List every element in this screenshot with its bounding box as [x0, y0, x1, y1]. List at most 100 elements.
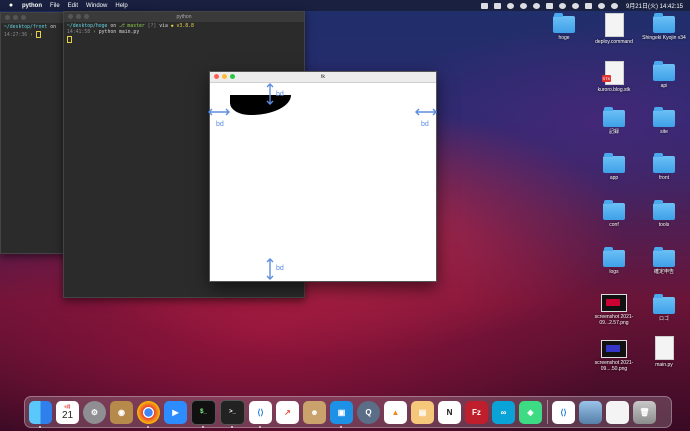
desktop-icon-screenshot-1[interactable]: screenshot 2021-09...2.57.png [588, 291, 640, 326]
instruments-icon[interactable]: ↗ [276, 400, 299, 424]
filezilla-icon[interactable]: Fz [465, 400, 488, 424]
desktop-icon-api[interactable]: api [638, 61, 690, 89]
folder-icon [553, 13, 575, 33]
desktop-icon-screenshot-2[interactable]: screenshot 2021-09....50.png [588, 337, 640, 372]
arrow-bottom-icon [266, 258, 274, 280]
menu-edit[interactable]: Edit [68, 3, 78, 9]
document-icon [604, 13, 624, 37]
chrome-icon[interactable] [137, 400, 160, 428]
prompt-path: ~/desktop/front [4, 25, 48, 30]
cloud-icon[interactable] [519, 2, 527, 9]
close-button[interactable] [5, 15, 10, 20]
control-center-icon[interactable] [584, 2, 592, 9]
desktop-icon-label: conf [609, 222, 619, 228]
screenshot-icon[interactable] [579, 400, 602, 424]
quicktime-icon[interactable]: Q [357, 400, 380, 424]
minimize-button[interactable] [76, 14, 81, 19]
desktop-icon-label: kuroro.blog.stk [597, 87, 631, 93]
trash-icon[interactable]: 🗑 [633, 400, 656, 424]
prompt-time: 14:41:58 [67, 30, 91, 35]
folder-icon [653, 61, 675, 81]
search-icon[interactable] [571, 2, 579, 9]
p-icon[interactable] [506, 2, 514, 9]
minimize-button[interactable] [222, 74, 227, 79]
zoom-icon[interactable]: ▶ [164, 400, 187, 424]
desktop-icon-hoge[interactable]: hoge [538, 13, 590, 41]
menu-clock[interactable]: 9月21日(火) 14:42:15 [626, 1, 683, 10]
cursor [35, 31, 41, 38]
notion-icon[interactable]: N [438, 400, 461, 424]
desktop-icon-label: screenshot 2021-09....50.png [594, 360, 634, 372]
desktop-icon-label: hoge [558, 35, 570, 41]
desktop-icon-tools[interactable]: tools [638, 200, 690, 228]
desktop-icon-kiroku[interactable]: 記録 [588, 107, 640, 135]
prompt-time: 14:27:36 [4, 33, 28, 38]
battery-icon[interactable] [493, 2, 501, 9]
terminal-content[interactable]: ~/desktop/hoge on ⎇ master [?] via ◆ v3.… [64, 22, 304, 46]
arduino-icon[interactable]: ∞ [492, 400, 515, 424]
desktop-icon-conf[interactable]: conf [588, 200, 640, 228]
menu-file[interactable]: File [50, 3, 60, 9]
calendar-icon[interactable]: 9月 21 [56, 400, 79, 424]
folder-icon [653, 153, 675, 173]
vscode-icon[interactable]: ⟨⟩ [249, 400, 272, 428]
user-icon[interactable] [597, 2, 605, 9]
sourcetree-icon[interactable]: ▲ [384, 400, 407, 424]
terminal2-icon[interactable]: >_ [220, 399, 245, 428]
image-thumbnail-icon [601, 294, 627, 312]
desktop-icon-deploy[interactable]: deploy.command [588, 13, 640, 45]
git-branch: master [127, 24, 145, 29]
python-icon: ◆ [170, 24, 174, 29]
zoom-button[interactable] [21, 15, 26, 20]
tk-window[interactable]: tk bd bd bd bd [208, 71, 437, 282]
bd-label-top: bd [276, 91, 284, 98]
zoom-button[interactable] [230, 74, 235, 79]
apple-icon[interactable]: ● [6, 2, 16, 9]
desktop-icon-label: site [660, 129, 668, 135]
desktop-icon-logs[interactable]: logs [588, 247, 640, 275]
desktop-icon-label: front [658, 175, 669, 181]
folder-icon [653, 200, 675, 220]
desktop-icon-label: ロゴ [658, 316, 669, 322]
minimize-button[interactable] [13, 15, 18, 20]
close-button[interactable] [214, 74, 219, 79]
desktop-icon-main-py[interactable]: main.py [638, 336, 690, 368]
document-icon[interactable] [606, 400, 629, 424]
terminal-icon[interactable]: $_ [191, 399, 216, 428]
menu-window[interactable]: Window [86, 3, 107, 9]
close-button[interactable] [68, 14, 73, 19]
vscode-icon[interactable]: ⟨⟩ [552, 400, 575, 424]
tk-titlebar[interactable]: tk [210, 72, 436, 83]
desktop-icon-site[interactable]: site [638, 107, 690, 135]
desktop-icon-label: api [660, 83, 668, 89]
screen-icon[interactable] [480, 2, 488, 9]
audio-icon[interactable] [532, 2, 540, 9]
zoom-button[interactable] [84, 14, 89, 19]
desktop-icon-label: 確定申告 [653, 269, 674, 275]
folder-icon [603, 247, 625, 267]
preview-icon[interactable]: ▤ [411, 400, 434, 424]
desktop-icon-kakutei[interactable]: 確定申告 [638, 247, 690, 275]
bluetooth-icon[interactable] [545, 2, 553, 9]
menu-help[interactable]: Help [115, 3, 127, 9]
python-version: v3.8.8 [176, 24, 194, 29]
desktop-icon-logo[interactable]: ロゴ [638, 294, 690, 322]
docker-icon[interactable]: ▣ [330, 400, 353, 428]
terminal-title: python [176, 14, 192, 20]
system-preferences-icon[interactable]: ⚙ [83, 400, 106, 424]
cyberduck-icon[interactable]: ☻ [303, 400, 326, 424]
dock: 9月 21 ⚙ ◉ ▶ $_ >_ ⟨⟩ ↗ ☻ ▣ Q ▲ ▤ N Fz ∞ … [24, 396, 672, 428]
desktop-icon-kuroro[interactable]: STK kuroro.blog.stk [588, 61, 640, 93]
tk-title: tk [320, 74, 326, 80]
android-studio-icon[interactable]: ◈ [519, 400, 542, 424]
desktop-icon-shingeki[interactable]: Shingeki Kyojin v34 [638, 13, 690, 41]
terminal-titlebar[interactable]: python [64, 12, 304, 22]
desktop-icon-front[interactable]: front [638, 153, 690, 181]
finder-icon[interactable] [29, 400, 52, 428]
siri-icon[interactable] [610, 2, 618, 9]
desktop-icon-label: screenshot 2021-09...2.57.png [594, 314, 634, 326]
menu-app-name[interactable]: python [22, 3, 42, 9]
contacts-icon[interactable]: ◉ [110, 400, 133, 424]
desktop-icon-app[interactable]: app [588, 153, 640, 181]
wifi-icon[interactable] [558, 2, 566, 9]
